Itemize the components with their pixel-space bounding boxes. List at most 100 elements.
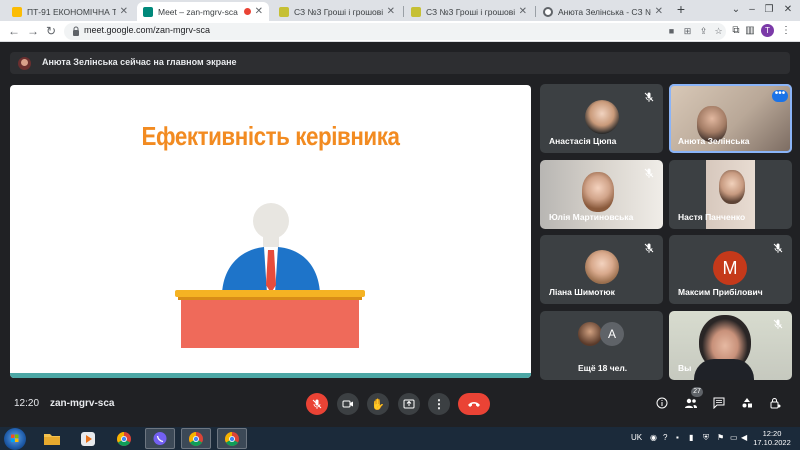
volume-icon[interactable]: ◀ (741, 433, 747, 442)
tray-icon[interactable]: ▪ (676, 433, 679, 442)
maximize-button[interactable]: ❐ (760, 0, 778, 21)
side-panel-icon[interactable]: ▥ (743, 24, 757, 38)
tab-title: СЗ №3 Гроші і грошові систе (426, 6, 515, 17)
clock-date: 17.10.2022 (753, 438, 791, 447)
participant-tile[interactable]: Настя Панченко (669, 160, 792, 229)
language-indicator[interactable]: UK (631, 433, 642, 442)
participant-name: Вы (678, 363, 692, 373)
present-screen-icon (403, 399, 415, 409)
url-text: meet.google.com/zan-mgrv-sca (84, 25, 211, 35)
minimize-button[interactable]: – (743, 0, 761, 21)
browser-tab-meet[interactable]: Meet – zan-mgrv-sca ✕ (137, 2, 269, 21)
network-icon[interactable]: ▮ (689, 433, 693, 442)
camera-toggle-button[interactable] (337, 393, 359, 415)
mic-off-icon (773, 243, 783, 253)
participant-video (582, 172, 614, 212)
bookmark-star-icon[interactable]: ☆ (713, 26, 724, 37)
browser-tab-sz3-1[interactable]: СЗ №3 Гроші і грошові систе ✕ (273, 2, 401, 21)
start-button[interactable] (4, 428, 26, 450)
kebab-icon: ⋮ (433, 397, 445, 411)
close-tab-icon[interactable]: ✕ (387, 6, 395, 17)
more-options-button[interactable]: ••• (772, 89, 788, 102)
participant-thumb (578, 322, 602, 346)
taskbar-chrome-window-2[interactable] (217, 428, 247, 449)
browser-tab-strip: ПТ-91 ЕКОНОМІЧНА ТЕОРІЯ ✕ Meet – zan-mgr… (0, 0, 800, 21)
more-participants-tile[interactable]: A Ещё 18 чел. (540, 311, 663, 380)
more-options-button[interactable]: ⋮ (428, 393, 450, 415)
taskbar-viber[interactable] (145, 428, 175, 449)
windows-taskbar: UK ◉ ? ▪ ▮ ⛨ ⚑ ▭ ◀ 12:20 17.10.2022 (0, 427, 800, 450)
leave-call-button[interactable] (458, 393, 490, 415)
chat-icon (713, 397, 725, 409)
close-tab-icon[interactable]: ✕ (120, 6, 128, 17)
forward-arrow-icon[interactable]: → (25, 23, 41, 39)
windows-logo-icon (11, 434, 19, 442)
chrome-icon (189, 431, 203, 446)
participant-tile-active[interactable]: ••• Анюта Зелінська (669, 84, 792, 153)
raise-hand-button[interactable]: ✋ (367, 393, 389, 415)
slides-favicon-icon (411, 6, 421, 17)
translate-icon[interactable]: ⊞ (682, 26, 693, 37)
help-icon[interactable]: ? (663, 433, 667, 442)
mic-off-icon (773, 319, 783, 329)
shield-icon[interactable]: ⛨ (703, 433, 709, 443)
camera-in-use-icon[interactable]: ■ (666, 26, 677, 37)
close-tab-icon[interactable]: ✕ (255, 6, 263, 17)
profile-avatar[interactable]: T (761, 24, 774, 37)
menu-kebab-icon[interactable]: ⋮ (779, 24, 793, 38)
meeting-code: zan-mgrv-sca (50, 398, 115, 409)
system-clock[interactable]: 12:20 17.10.2022 (752, 429, 792, 447)
browser-tab-economic-theory[interactable]: ПТ-91 ЕКОНОМІЧНА ТЕОРІЯ ✕ (6, 2, 134, 21)
mic-toggle-button[interactable] (306, 393, 328, 415)
participants-button[interactable] (684, 396, 698, 410)
participant-name: Ліана Шимотюк (549, 287, 615, 297)
self-tile[interactable]: Вы (669, 311, 792, 380)
tab-title: ПТ-91 ЕКОНОМІЧНА ТЕОРІЯ (27, 6, 116, 17)
hand-icon: ✋ (371, 398, 385, 411)
mic-off-icon (312, 399, 322, 409)
chat-button[interactable] (712, 396, 726, 410)
browser-tab-sz3-2[interactable]: СЗ №3 Гроші і грошові систе ✕ (405, 2, 533, 21)
activities-button[interactable] (740, 396, 754, 410)
participant-count-badge: 27 (691, 387, 703, 397)
new-tab-button[interactable]: + (673, 2, 689, 18)
reload-icon[interactable]: ↻ (43, 23, 59, 39)
taskbar-chrome[interactable] (109, 428, 139, 449)
folder-icon (44, 433, 60, 445)
host-controls-button[interactable] (768, 396, 782, 410)
participant-tile[interactable]: Юлія Мартиновська (540, 160, 663, 229)
participant-tile[interactable]: Анастасія Цюпа (540, 84, 663, 153)
mic-off-icon (644, 168, 654, 178)
back-arrow-icon[interactable]: ← (6, 23, 22, 39)
flag-icon[interactable]: ⚑ (717, 433, 724, 442)
close-tab-icon[interactable]: ✕ (655, 6, 663, 17)
close-window-button[interactable]: ✕ (779, 0, 797, 21)
extensions-icon[interactable]: ⧉ (729, 24, 743, 38)
tray-app-icon[interactable]: ◉ (650, 433, 657, 442)
tab-separator (403, 6, 404, 17)
meet-favicon-icon (143, 6, 153, 17)
meeting-details-button[interactable] (655, 396, 669, 410)
taskbar-file-explorer[interactable] (37, 428, 67, 449)
address-bar[interactable]: meet.google.com/zan-mgrv-sca ■ ⊞ ⇪ ☆ (64, 23, 726, 40)
browser-tab-anyuta[interactable]: Анюта Зелінська - СЗ №3 Гр ✕ (537, 2, 669, 21)
tab-title: СЗ №3 Гроші і грошові систе (294, 6, 383, 17)
meeting-time: 12:20 (14, 398, 40, 409)
presenting-banner: Анюта Зелінська сейчас на главном экране (10, 52, 790, 74)
classroom-favicon-icon (12, 6, 22, 17)
present-now-button[interactable] (398, 393, 420, 415)
share-icon[interactable]: ⇪ (698, 26, 709, 37)
participant-name: Настя Панченко (678, 212, 746, 222)
close-tab-icon[interactable]: ✕ (519, 6, 527, 17)
lock-icon (73, 26, 79, 36)
info-icon (656, 397, 668, 409)
mic-off-icon (644, 243, 654, 253)
battery-icon[interactable]: ▭ (730, 433, 738, 442)
viber-icon (153, 431, 167, 445)
taskbar-media-player[interactable] (73, 428, 103, 449)
taskbar-chrome-window-1[interactable] (181, 428, 211, 449)
activities-shapes-icon (742, 398, 752, 408)
participant-tile[interactable]: M Максим Прибілович (669, 235, 792, 304)
chrome-icon (117, 431, 131, 446)
participant-tile[interactable]: Ліана Шимотюк (540, 235, 663, 304)
